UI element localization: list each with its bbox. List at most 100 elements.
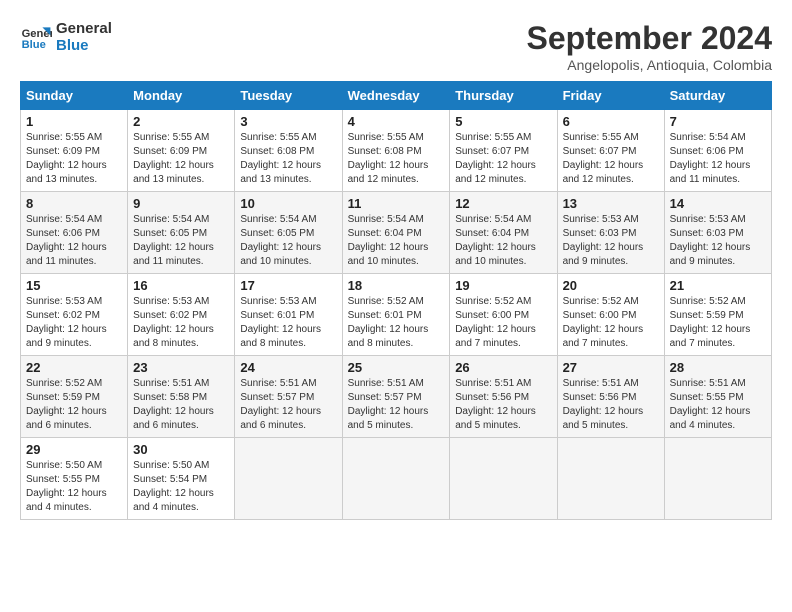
day-number: 28	[670, 360, 766, 375]
day-cell: 21 Sunrise: 5:52 AM Sunset: 5:59 PM Dayli…	[664, 274, 771, 356]
calendar-table: SundayMondayTuesdayWednesdayThursdayFrid…	[20, 81, 772, 520]
week-row-2: 8 Sunrise: 5:54 AM Sunset: 6:06 PM Daylig…	[21, 192, 772, 274]
day-cell	[450, 438, 557, 520]
day-number: 21	[670, 278, 766, 293]
day-info: Sunrise: 5:54 AM Sunset: 6:05 PM Dayligh…	[133, 213, 229, 269]
day-number: 10	[240, 196, 336, 211]
day-cell: 25 Sunrise: 5:51 AM Sunset: 5:57 PM Dayli…	[342, 356, 450, 438]
day-number: 16	[133, 278, 229, 293]
logo-text-general: General	[56, 20, 112, 37]
day-info: Sunrise: 5:55 AM Sunset: 6:07 PM Dayligh…	[563, 131, 659, 187]
day-cell: 5Sunrise: 5:55 AM Sunset: 6:07 PM Daylig…	[450, 110, 557, 192]
day-info: Sunrise: 5:55 AM Sunset: 6:08 PM Dayligh…	[348, 131, 445, 187]
day-number: 1	[26, 114, 122, 129]
day-number: 4	[348, 114, 445, 129]
day-info: Sunrise: 5:53 AM Sunset: 6:01 PM Dayligh…	[240, 295, 336, 351]
day-info: Sunrise: 5:51 AM Sunset: 5:58 PM Dayligh…	[133, 377, 229, 433]
week-row-1: 1 Sunrise: 5:55 AM Sunset: 6:09 PM Daylig…	[21, 110, 772, 192]
day-number: 23	[133, 360, 229, 375]
day-cell: 18 Sunrise: 5:52 AM Sunset: 6:01 PM Dayli…	[342, 274, 450, 356]
day-info: Sunrise: 5:54 AM Sunset: 6:06 PM Dayligh…	[26, 213, 122, 269]
day-number: 24	[240, 360, 336, 375]
day-info: Sunrise: 5:53 AM Sunset: 6:02 PM Dayligh…	[26, 295, 122, 351]
col-header-wednesday: Wednesday	[342, 82, 450, 110]
day-number: 20	[563, 278, 659, 293]
col-header-monday: Monday	[128, 82, 235, 110]
day-number: 25	[348, 360, 445, 375]
day-cell	[664, 438, 771, 520]
day-number: 18	[348, 278, 445, 293]
day-number: 9	[133, 196, 229, 211]
col-header-tuesday: Tuesday	[235, 82, 342, 110]
day-info: Sunrise: 5:51 AM Sunset: 5:57 PM Dayligh…	[240, 377, 336, 433]
day-number: 11	[348, 196, 445, 211]
day-cell: 2 Sunrise: 5:55 AM Sunset: 6:09 PM Daylig…	[128, 110, 235, 192]
day-info: Sunrise: 5:52 AM Sunset: 5:59 PM Dayligh…	[670, 295, 766, 351]
day-info: Sunrise: 5:53 AM Sunset: 6:03 PM Dayligh…	[563, 213, 659, 269]
svg-text:Blue: Blue	[22, 39, 46, 51]
logo-text-blue: Blue	[56, 37, 112, 54]
day-info: Sunrise: 5:55 AM Sunset: 6:09 PM Dayligh…	[133, 131, 229, 187]
col-header-thursday: Thursday	[450, 82, 557, 110]
day-cell: 7Sunrise: 5:54 AM Sunset: 6:06 PM Daylig…	[664, 110, 771, 192]
day-cell	[235, 438, 342, 520]
day-info: Sunrise: 5:55 AM Sunset: 6:08 PM Dayligh…	[240, 131, 336, 187]
day-number: 22	[26, 360, 122, 375]
day-number: 17	[240, 278, 336, 293]
day-cell	[557, 438, 664, 520]
day-cell: 29 Sunrise: 5:50 AM Sunset: 5:55 PM Dayli…	[21, 438, 128, 520]
day-info: Sunrise: 5:51 AM Sunset: 5:56 PM Dayligh…	[455, 377, 551, 433]
title-area: September 2024 Angelopolis, Antioquia, C…	[527, 20, 772, 73]
day-cell: 14Sunrise: 5:53 AM Sunset: 6:03 PM Dayli…	[664, 192, 771, 274]
day-cell: 17 Sunrise: 5:53 AM Sunset: 6:01 PM Dayli…	[235, 274, 342, 356]
day-info: Sunrise: 5:50 AM Sunset: 5:55 PM Dayligh…	[26, 459, 122, 515]
logo-icon: General Blue	[20, 21, 52, 53]
day-info: Sunrise: 5:50 AM Sunset: 5:54 PM Dayligh…	[133, 459, 229, 515]
day-cell: 8 Sunrise: 5:54 AM Sunset: 6:06 PM Daylig…	[21, 192, 128, 274]
day-number: 8	[26, 196, 122, 211]
day-number: 19	[455, 278, 551, 293]
col-header-saturday: Saturday	[664, 82, 771, 110]
calendar-subtitle: Angelopolis, Antioquia, Colombia	[527, 57, 772, 73]
day-number: 3	[240, 114, 336, 129]
day-info: Sunrise: 5:53 AM Sunset: 6:02 PM Dayligh…	[133, 295, 229, 351]
day-number: 15	[26, 278, 122, 293]
day-cell: 13 Sunrise: 5:53 AM Sunset: 6:03 PM Dayli…	[557, 192, 664, 274]
day-number: 29	[26, 442, 122, 457]
day-cell: 11Sunrise: 5:54 AM Sunset: 6:04 PM Dayli…	[342, 192, 450, 274]
day-info: Sunrise: 5:51 AM Sunset: 5:57 PM Dayligh…	[348, 377, 445, 433]
week-row-3: 15 Sunrise: 5:53 AM Sunset: 6:02 PM Dayli…	[21, 274, 772, 356]
week-row-5: 29 Sunrise: 5:50 AM Sunset: 5:55 PM Dayli…	[21, 438, 772, 520]
day-number: 27	[563, 360, 659, 375]
day-cell: 26 Sunrise: 5:51 AM Sunset: 5:56 PM Dayli…	[450, 356, 557, 438]
day-cell: 3 Sunrise: 5:55 AM Sunset: 6:08 PM Daylig…	[235, 110, 342, 192]
day-info: Sunrise: 5:55 AM Sunset: 6:09 PM Dayligh…	[26, 131, 122, 187]
day-cell: 19 Sunrise: 5:52 AM Sunset: 6:00 PM Dayli…	[450, 274, 557, 356]
day-cell: 24 Sunrise: 5:51 AM Sunset: 5:57 PM Dayli…	[235, 356, 342, 438]
day-cell: 9 Sunrise: 5:54 AM Sunset: 6:05 PM Daylig…	[128, 192, 235, 274]
day-number: 5	[455, 114, 551, 129]
day-info: Sunrise: 5:52 AM Sunset: 6:00 PM Dayligh…	[455, 295, 551, 351]
day-number: 30	[133, 442, 229, 457]
day-cell: 12Sunrise: 5:54 AM Sunset: 6:04 PM Dayli…	[450, 192, 557, 274]
week-row-4: 22Sunrise: 5:52 AM Sunset: 5:59 PM Dayli…	[21, 356, 772, 438]
logo: General Blue General Blue	[20, 20, 112, 54]
day-number: 13	[563, 196, 659, 211]
day-info: Sunrise: 5:54 AM Sunset: 6:06 PM Dayligh…	[670, 131, 766, 187]
day-info: Sunrise: 5:51 AM Sunset: 5:55 PM Dayligh…	[670, 377, 766, 433]
day-cell	[342, 438, 450, 520]
col-header-friday: Friday	[557, 82, 664, 110]
day-number: 12	[455, 196, 551, 211]
day-info: Sunrise: 5:52 AM Sunset: 6:00 PM Dayligh…	[563, 295, 659, 351]
day-cell: 4 Sunrise: 5:55 AM Sunset: 6:08 PM Daylig…	[342, 110, 450, 192]
day-cell: 10 Sunrise: 5:54 AM Sunset: 6:05 PM Dayli…	[235, 192, 342, 274]
day-info: Sunrise: 5:52 AM Sunset: 6:01 PM Dayligh…	[348, 295, 445, 351]
day-cell: 6Sunrise: 5:55 AM Sunset: 6:07 PM Daylig…	[557, 110, 664, 192]
day-cell: 1 Sunrise: 5:55 AM Sunset: 6:09 PM Daylig…	[21, 110, 128, 192]
day-cell: 28 Sunrise: 5:51 AM Sunset: 5:55 PM Dayli…	[664, 356, 771, 438]
day-info: Sunrise: 5:54 AM Sunset: 6:05 PM Dayligh…	[240, 213, 336, 269]
day-cell: 15 Sunrise: 5:53 AM Sunset: 6:02 PM Dayli…	[21, 274, 128, 356]
day-number: 26	[455, 360, 551, 375]
day-cell: 16 Sunrise: 5:53 AM Sunset: 6:02 PM Dayli…	[128, 274, 235, 356]
day-number: 2	[133, 114, 229, 129]
